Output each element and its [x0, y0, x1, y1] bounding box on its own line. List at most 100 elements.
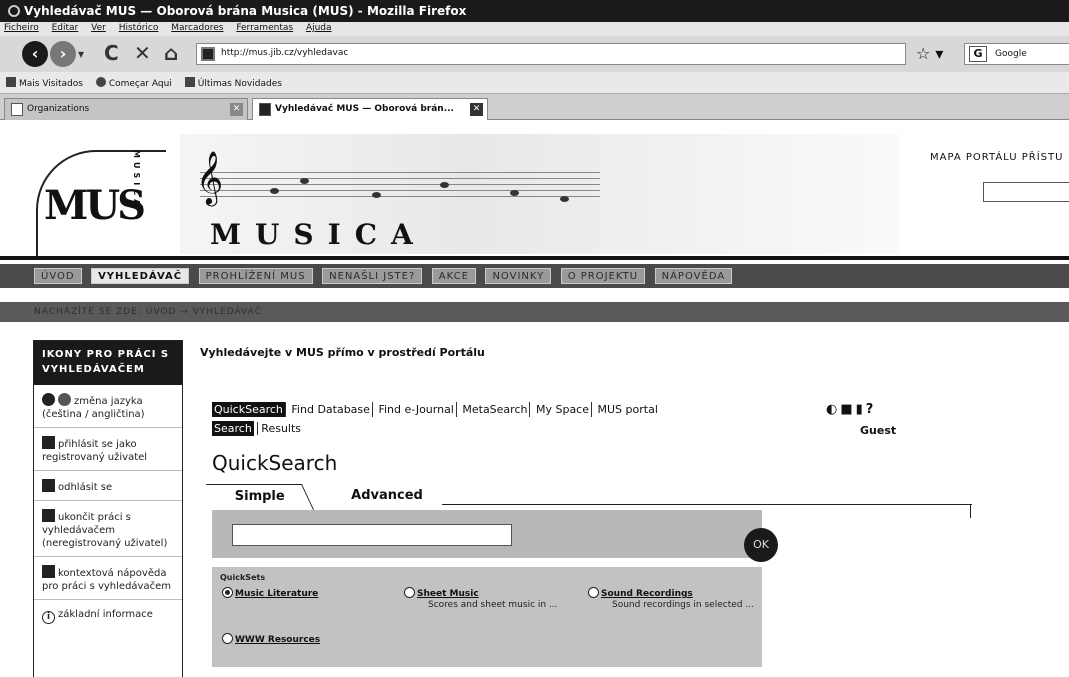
- quickset-name[interactable]: WWW Resources: [235, 635, 320, 645]
- google-icon: G: [969, 46, 987, 62]
- nav-akce[interactable]: AKCE: [431, 268, 476, 284]
- metalib-tabs: QuickSearch Find Database Find e-Journal…: [212, 402, 660, 417]
- nav-uvod[interactable]: ÚVOD: [34, 268, 82, 284]
- tab-quicksearch[interactable]: QuickSearch: [212, 402, 286, 417]
- reload-icon[interactable]: C: [104, 41, 119, 65]
- tab-find-database[interactable]: Find Database: [289, 402, 373, 417]
- search-input[interactable]: [232, 524, 512, 546]
- logo-side-text: MUSICA: [132, 150, 141, 210]
- tab-simple-label: Simple: [234, 489, 285, 504]
- breadcrumb: NACHÁZÍTE SE ZDE: ÚVOD → VYHLEDÁVAČ: [0, 302, 1069, 322]
- close-tab-icon[interactable]: ✕: [470, 103, 483, 116]
- quickset-sound-recordings[interactable]: Sound Recordings Sound recordings in sel…: [588, 587, 754, 610]
- url-text: http://mus.jib.cz/vyhledavac: [221, 48, 349, 58]
- quickset-sheet-music[interactable]: Sheet Music Scores and sheet music in ..…: [404, 587, 558, 610]
- quickset-music-literature[interactable]: Music Literature: [222, 587, 318, 599]
- bookmark-latest-headlines[interactable]: Últimas Novidades: [184, 77, 282, 89]
- sidebar-item-exit: ukončit práci s vyhledávačem (neregistro…: [34, 501, 182, 557]
- site-identity-icon: [201, 47, 215, 61]
- lock-icon[interactable]: ■: [840, 402, 855, 417]
- stop-icon[interactable]: ✕: [134, 41, 151, 65]
- sidebar-item-label: odhlásit se: [58, 482, 113, 493]
- site-search-input[interactable]: [983, 182, 1069, 202]
- note-icon: [270, 188, 279, 194]
- site-favicon-icon: [259, 103, 271, 116]
- tab-vyhledavac[interactable]: Vyhledávač MUS — Oborová brán... ✕: [252, 98, 488, 120]
- ok-button[interactable]: OK: [744, 528, 778, 562]
- nav-nenasli-jste[interactable]: NENAŠLI JSTE?: [322, 268, 423, 284]
- nav-o-projektu[interactable]: O PROJEKTU: [560, 268, 646, 284]
- quickset-name[interactable]: Music Literature: [235, 589, 318, 599]
- back-icon[interactable]: ‹: [22, 41, 48, 67]
- tab-simple[interactable]: Simple: [205, 484, 315, 510]
- radio-icon[interactable]: [222, 633, 233, 644]
- icon-legend-sidebar: IKONY PRO PRÁCI S VYHLEDÁVAČEM změna jaz…: [33, 340, 183, 677]
- menu-historico[interactable]: Histórico: [119, 23, 159, 33]
- menu-marcadores[interactable]: Marcadores: [171, 23, 223, 33]
- bookmark-getting-started[interactable]: Começar Aqui: [95, 77, 172, 89]
- bookmark-star-icon[interactable]: ☆ ▾: [916, 44, 943, 63]
- tab-my-space[interactable]: My Space: [533, 402, 593, 417]
- url-bar[interactable]: http://mus.jib.cz/vyhledavac: [196, 43, 906, 65]
- nav-napoveda[interactable]: NÁPOVĚDA: [654, 268, 733, 284]
- search-engine-placeholder: Google: [995, 49, 1027, 59]
- arrow-icon: [970, 504, 971, 518]
- subtab-results[interactable]: Results: [257, 422, 302, 435]
- bookmarks-toolbar: Mais Visitados Começar Aqui Últimas Novi…: [0, 72, 1069, 94]
- forward-icon[interactable]: ›: [50, 41, 76, 67]
- sidebar-item-logout: odhlásit se: [34, 471, 182, 501]
- help-icon[interactable]: ?: [866, 402, 877, 417]
- spacer: [0, 288, 1069, 302]
- quickset-name[interactable]: Sheet Music: [417, 589, 479, 599]
- music-staff: [200, 172, 600, 202]
- sidebar-item-login: přihlásit se jako registrovaný uživatel: [34, 428, 182, 471]
- quickset-name[interactable]: Sound Recordings: [601, 589, 693, 599]
- page-icon: [11, 103, 23, 116]
- lock-icon: [42, 436, 55, 449]
- mus-logo[interactable]: MUS: [44, 182, 146, 229]
- language-icon: [42, 393, 55, 406]
- menu-editar[interactable]: Editar: [52, 23, 79, 33]
- menu-ficheiro[interactable]: Ficheiro: [4, 23, 39, 33]
- menu-ferramentas[interactable]: Ferramentas: [236, 23, 293, 33]
- page-title: Vyhledávejte v MUS přímo v prostředí Por…: [200, 346, 485, 359]
- note-icon: [372, 192, 381, 198]
- nav-novinky[interactable]: NOVINKY: [485, 268, 552, 284]
- tab-mus-portal[interactable]: MUS portal: [596, 402, 660, 417]
- subtab-search[interactable]: Search: [212, 421, 254, 436]
- tab-underline: [442, 504, 972, 505]
- flag-icon: [58, 393, 71, 406]
- radio-icon[interactable]: [588, 587, 599, 598]
- tab-advanced[interactable]: Advanced: [332, 484, 442, 510]
- tab-find-ejournal[interactable]: Find e-Journal: [376, 402, 457, 417]
- menu-bar: Ficheiro Editar Ver Histórico Marcadores…: [0, 22, 1069, 36]
- radio-selected-icon[interactable]: [222, 587, 233, 598]
- menu-ajuda[interactable]: Ajuda: [306, 23, 332, 33]
- user-icons[interactable]: ◐■▮?: [826, 402, 876, 417]
- tab-organizations[interactable]: Organizations ✕: [4, 98, 248, 120]
- history-dropdown-icon[interactable]: ▾: [78, 47, 84, 61]
- exit-icon[interactable]: ▮: [856, 402, 866, 417]
- quicksets-panel: QuickSets Music Literature Sheet Music S…: [212, 567, 762, 667]
- sidebar-item-help: kontextová nápověda pro práci s vyhledáv…: [34, 557, 182, 600]
- close-tab-icon[interactable]: ✕: [230, 103, 243, 116]
- note-icon: [560, 196, 569, 202]
- home-icon[interactable]: ⌂: [164, 41, 178, 65]
- firefox-icon: [8, 5, 20, 17]
- tab-metasearch[interactable]: MetaSearch: [460, 402, 531, 417]
- radio-icon[interactable]: [404, 587, 415, 598]
- top-links[interactable]: MAPA PORTÁLU PŘÍSTU: [930, 152, 1063, 163]
- sidebar-item-label: kontextová nápověda pro práci s vyhledáv…: [42, 568, 171, 592]
- menu-ver[interactable]: Ver: [91, 23, 106, 33]
- quickset-desc: Scores and sheet music in ...: [428, 600, 558, 610]
- language-icon[interactable]: ◐: [826, 402, 840, 417]
- nav-prohlizeni[interactable]: PROHLÍŽENÍ MUS: [198, 268, 313, 284]
- quickset-www-resources[interactable]: WWW Resources: [222, 633, 320, 645]
- nav-vyhledavac[interactable]: VYHLEDÁVAČ: [91, 268, 190, 284]
- exit-icon: [42, 509, 55, 522]
- search-engine-box[interactable]: G Google: [964, 43, 1069, 65]
- bookmark-most-visited[interactable]: Mais Visitados: [6, 77, 83, 89]
- window-title: Vyhledávač MUS — Oborová brána Musica (M…: [24, 4, 467, 18]
- quickset-desc: Sound recordings in selected ...: [612, 600, 754, 610]
- navigation-toolbar: ‹ › ▾ C ✕ ⌂ http://mus.jib.cz/vyhledavac…: [0, 36, 1069, 72]
